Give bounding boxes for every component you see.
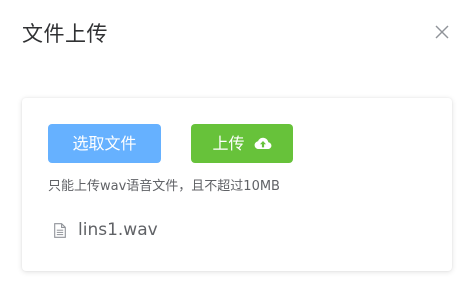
file-list-item[interactable]: lins1.wav (54, 218, 158, 242)
upload-label: 上传 (212, 134, 245, 153)
select-file-button[interactable]: 选取文件 (48, 124, 161, 163)
cloud-upload-icon (254, 137, 271, 149)
dialog-title: 文件上传 (22, 22, 108, 46)
file-name: lins1.wav (78, 220, 158, 240)
upload-card: 选取文件 上传 只能上传wav语音文件，且不超过10MB lins1.wav (22, 98, 452, 271)
close-icon (435, 25, 449, 39)
upload-button[interactable]: 上传 (191, 124, 293, 163)
close-button[interactable] (434, 24, 450, 40)
select-file-label: 选取文件 (72, 134, 137, 153)
document-icon (54, 222, 66, 238)
upload-dialog: 文件上传 选取文件 上传 只能上传wav语音文件，且不超过10MB lins1.… (0, 0, 465, 306)
upload-tip: 只能上传wav语音文件，且不超过10MB (48, 179, 280, 194)
